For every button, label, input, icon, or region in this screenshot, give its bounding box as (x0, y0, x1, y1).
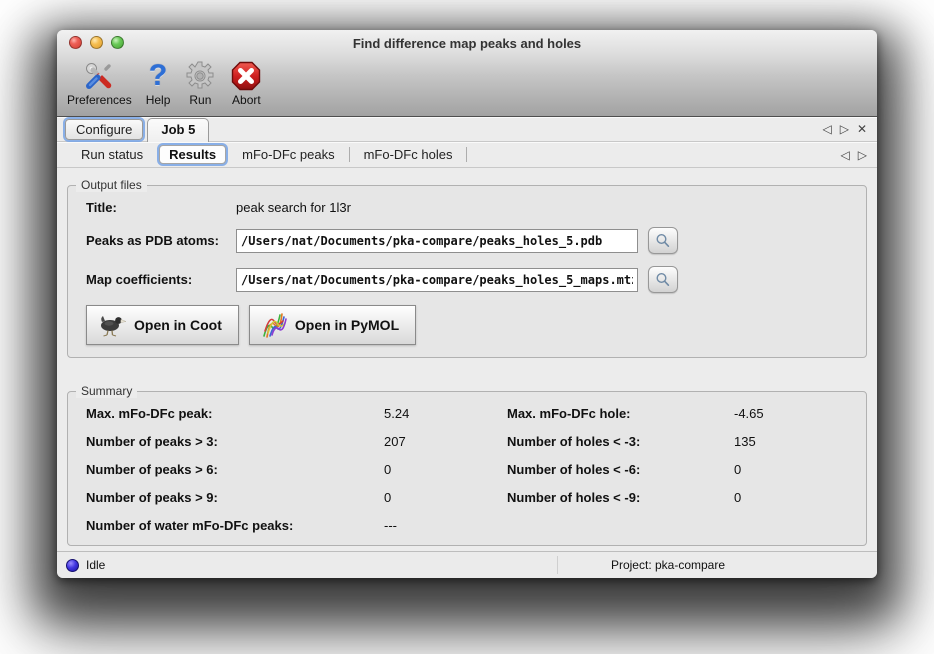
pymol-ribbon-icon (260, 311, 288, 339)
peaks-gt3-value: 207 (384, 434, 507, 449)
title-value: peak search for 1l3r (236, 200, 848, 215)
preferences-label: Preferences (67, 94, 132, 106)
magnifier-icon (655, 233, 671, 249)
water-peaks-value: --- (384, 518, 507, 533)
title-bar[interactable]: Find difference map peaks and holes (57, 30, 877, 56)
minimize-window-button[interactable] (90, 36, 103, 49)
window-chrome: Find difference map peaks and holes (57, 30, 877, 117)
open-in-coot-button[interactable]: Open in Coot (86, 305, 239, 345)
window-title: Find difference map peaks and holes (57, 36, 877, 51)
output-files-group: Output files Title: peak search for 1l3r… (67, 185, 867, 358)
peaks-gt9-label: Number of peaks > 9: (86, 490, 384, 505)
peaks-gt9-value: 0 (384, 490, 507, 505)
holes-lt6-value: 0 (734, 462, 848, 477)
toolbar: Preferences ? Help Run (57, 56, 877, 110)
holes-lt3-label: Number of holes < -3: (507, 434, 734, 449)
holes-lt9-label: Number of holes < -9: (507, 490, 734, 505)
tab-scroll-left-icon[interactable]: ◁ (822, 123, 831, 135)
holes-lt3-value: 135 (734, 434, 848, 449)
status-bar: Idle Project: pka-compare (57, 551, 877, 578)
water-peaks-label: Number of water mFo-DFc peaks: (86, 518, 384, 533)
main-tab-bar: Configure Job 5 ◁ ▷ ✕ (57, 117, 877, 142)
subtab-scroll-right-icon[interactable]: ▷ (858, 149, 867, 161)
view-peaks-pdb-button[interactable] (648, 227, 678, 254)
tab-scroll-right-icon[interactable]: ▷ (840, 123, 849, 135)
map-coefficients-label: Map coefficients: (86, 272, 236, 287)
sub-tab-nav: ◁ ▷ (841, 142, 867, 167)
peaks-gt3-label: Number of peaks > 3: (86, 434, 384, 449)
view-map-coefficients-button[interactable] (648, 266, 678, 293)
tab-run-status[interactable]: Run status (69, 147, 155, 162)
zoom-window-button[interactable] (111, 36, 124, 49)
max-hole-value: -4.65 (734, 406, 848, 421)
holes-lt9-value: 0 (734, 490, 848, 505)
output-files-group-label: Output files (76, 178, 147, 192)
preferences-icon (82, 59, 116, 93)
main-tab-nav: ◁ ▷ ✕ (822, 117, 867, 141)
help-icon: ? (149, 59, 167, 93)
max-peak-label: Max. mFo-DFc peak: (86, 406, 384, 421)
map-coefficients-row: Map coefficients: (86, 266, 848, 293)
summary-group: Summary Max. mFo-DFc peak: 5.24 Max. mFo… (67, 391, 867, 546)
magnifier-icon (655, 272, 671, 288)
open-in-pymol-button[interactable]: Open in PyMOL (249, 305, 416, 345)
preferences-button[interactable]: Preferences (67, 59, 132, 106)
coot-bird-icon (97, 312, 127, 338)
peaks-pdb-label: Peaks as PDB atoms: (86, 233, 236, 248)
tab-configure[interactable]: Configure (65, 119, 143, 140)
max-peak-value: 5.24 (384, 406, 507, 421)
status-project: Project: pka-compare (557, 558, 779, 572)
tab-mfo-dfc-holes[interactable]: mFo-DFc holes (352, 147, 465, 162)
peaks-pdb-path-input[interactable] (236, 229, 638, 253)
run-button[interactable]: Run (184, 59, 216, 106)
subtab-scroll-left-icon[interactable]: ◁ (841, 149, 850, 161)
abort-label: Abort (232, 94, 261, 106)
run-label: Run (189, 94, 211, 106)
abort-icon (230, 59, 262, 93)
run-gear-icon (184, 59, 216, 93)
status-orb-icon (66, 559, 79, 572)
map-coefficients-path-input[interactable] (236, 268, 638, 292)
help-label: Help (146, 94, 171, 106)
close-window-button[interactable] (69, 36, 82, 49)
help-button[interactable]: ? Help (146, 59, 171, 106)
open-in-coot-label: Open in Coot (134, 317, 222, 333)
app-window: Find difference map peaks and holes (57, 30, 877, 578)
tab-job-5[interactable]: Job 5 (147, 118, 209, 142)
peaks-gt6-label: Number of peaks > 6: (86, 462, 384, 477)
subtab-separator (466, 147, 467, 162)
summary-group-label: Summary (76, 384, 137, 398)
tab-mfo-dfc-peaks[interactable]: mFo-DFc peaks (230, 147, 346, 162)
abort-button[interactable]: Abort (230, 59, 262, 106)
summary-grid: Max. mFo-DFc peak: 5.24 Max. mFo-DFc hol… (86, 406, 848, 533)
traffic-lights (69, 36, 124, 49)
sub-tab-bar: Run status Results mFo-DFc peaks mFo-DFc… (57, 142, 877, 168)
max-hole-label: Max. mFo-DFc hole: (507, 406, 734, 421)
holes-lt6-label: Number of holes < -6: (507, 462, 734, 477)
results-panel: Output files Title: peak search for 1l3r… (57, 168, 877, 551)
peaks-gt6-value: 0 (384, 462, 507, 477)
status-state: Idle (86, 558, 105, 572)
title-row: Title: peak search for 1l3r (86, 200, 848, 215)
tab-close-icon[interactable]: ✕ (857, 123, 867, 135)
tab-results[interactable]: Results (159, 145, 226, 164)
peaks-pdb-row: Peaks as PDB atoms: (86, 227, 848, 254)
subtab-separator (349, 147, 350, 162)
open-in-pymol-label: Open in PyMOL (295, 317, 399, 333)
title-label: Title: (86, 200, 236, 215)
